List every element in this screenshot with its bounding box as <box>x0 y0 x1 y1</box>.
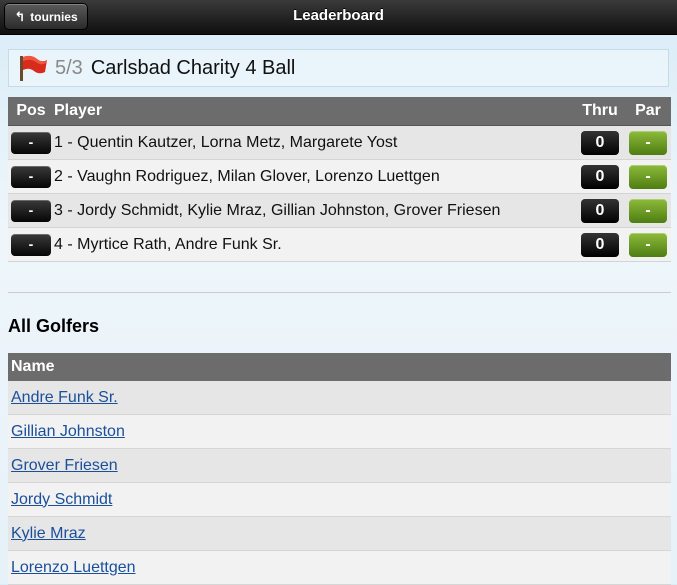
left-arrow-icon: ↰ <box>14 9 26 24</box>
pos-column-header: Pos <box>8 97 54 126</box>
page-title: Leaderboard <box>293 7 384 24</box>
leaderboard-row[interactable]: - 2 - Vaughn Rodriguez, Milan Glover, Lo… <box>8 159 671 194</box>
name-column-header: Name <box>8 353 671 381</box>
leaderboard-row[interactable]: - 1 - Quentin Kautzer, Lorna Metz, Marga… <box>8 125 671 160</box>
leaderboard-row[interactable]: - 3 - Jordy Schmidt, Kylie Mraz, Gillian… <box>8 193 671 228</box>
golfer-row: Kylie Mraz <box>8 516 671 551</box>
golfer-link[interactable]: Andre Funk Sr. <box>11 389 118 406</box>
par-badge: - <box>629 130 667 155</box>
leaderboard-header-row: Pos Player Thru Par <box>8 97 671 126</box>
tournament-name: Carlsbad Charity 4 Ball <box>90 56 296 79</box>
golfer-row: Lorenzo Luettgen <box>8 550 671 585</box>
section-divider <box>8 292 671 293</box>
par-badge: - <box>629 232 667 257</box>
red-flag-icon <box>20 55 47 81</box>
top-navigation-bar: ↰ tournies Leaderboard <box>0 0 677 35</box>
leaderboard-row[interactable]: - 4 - Myrtice Rath, Andre Funk Sr. 0 - <box>8 227 671 262</box>
golfer-link[interactable]: Kylie Mraz <box>11 525 86 542</box>
golfer-link[interactable]: Gillian Johnston <box>11 423 125 440</box>
position-badge: - <box>11 131 51 154</box>
golfer-link[interactable]: Lorenzo Luettgen <box>11 559 136 576</box>
golfer-link[interactable]: Jordy Schmidt <box>11 491 112 508</box>
golfer-link[interactable]: Grover Friesen <box>11 457 118 474</box>
golfers-table: Name Andre Funk Sr. Gillian Johnston Gro… <box>8 353 671 585</box>
thru-badge: 0 <box>581 130 619 155</box>
thru-badge: 0 <box>581 164 619 189</box>
golfer-row: Jordy Schmidt <box>8 482 671 517</box>
par-badge: - <box>629 198 667 223</box>
leaderboard-table: Pos Player Thru Par - 1 - Quentin Kautze… <box>8 97 671 262</box>
team-players: 2 - Vaughn Rodriguez, Milan Glover, Lore… <box>54 159 575 194</box>
back-button-label: tournies <box>30 9 78 24</box>
par-column-header: Par <box>625 97 671 126</box>
team-players: 4 - Myrtice Rath, Andre Funk Sr. <box>54 227 575 262</box>
par-badge: - <box>629 164 667 189</box>
thru-badge: 0 <box>581 232 619 257</box>
thru-column-header: Thru <box>575 97 625 126</box>
golfers-header-row: Name <box>8 353 671 381</box>
golfer-row: Grover Friesen <box>8 448 671 483</box>
all-golfers-heading: All Golfers <box>8 316 100 336</box>
back-to-tournies-button[interactable]: ↰ tournies <box>4 3 88 30</box>
player-column-header: Player <box>54 97 575 126</box>
team-players: 3 - Jordy Schmidt, Kylie Mraz, Gillian J… <box>54 193 575 228</box>
thru-badge: 0 <box>581 198 619 223</box>
position-badge: - <box>11 165 51 188</box>
golfer-row: Gillian Johnston <box>8 414 671 449</box>
tournament-round: 5/3 <box>55 56 83 79</box>
golfer-row: Andre Funk Sr. <box>8 381 671 415</box>
team-players: 1 - Quentin Kautzer, Lorna Metz, Margare… <box>54 125 575 160</box>
position-badge: - <box>11 199 51 222</box>
tournament-header: 5/3 Carlsbad Charity 4 Ball <box>8 49 669 87</box>
position-badge: - <box>11 233 51 256</box>
